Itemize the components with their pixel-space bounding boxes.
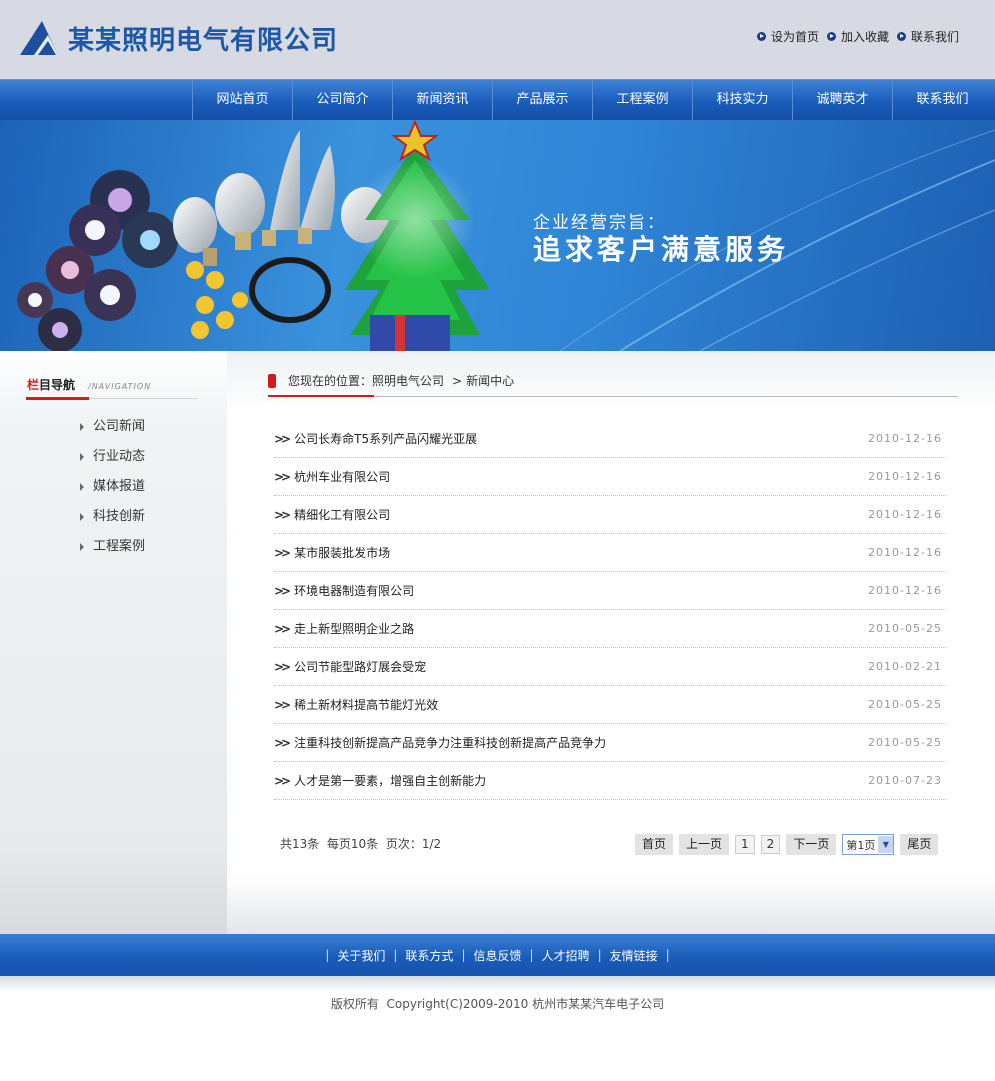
double-chevron-icon: >> <box>274 431 291 446</box>
arrow-bullet-icon <box>896 32 906 41</box>
triangle-right-icon <box>80 512 84 521</box>
news-item[interactable]: >> 公司节能型路灯展会受宠 2010-02-21 <box>274 648 946 686</box>
triangle-right-icon <box>80 452 84 461</box>
sidebar-item-industry[interactable]: 行业动态 <box>80 448 145 478</box>
sidebar-item-company-news[interactable]: 公司新闻 <box>80 418 145 448</box>
breadcrumb: 您现在的位置： 照明电气公司 > 新闻中心 <box>268 372 514 389</box>
footer-shadow <box>0 976 995 992</box>
top-links: 设为首页 加入收藏 联系我们 <box>756 28 959 45</box>
add-favorite-link[interactable]: 加入收藏 <box>826 28 889 45</box>
double-chevron-icon: >> <box>274 735 291 750</box>
footer-nav: | 关于我们 | 联系方式 | 信息反馈 | 人才招聘 | 友情链接 | <box>0 934 995 976</box>
sidebar-item-media[interactable]: 媒体报道 <box>80 478 145 508</box>
prev-page-button[interactable]: 上一页 <box>679 834 730 855</box>
breadcrumb-divider-accent <box>268 395 374 397</box>
company-name: 某某照明电气有限公司 <box>68 26 339 56</box>
pagination-info: 共13条 每页10条 页次：1/2 <box>280 837 442 851</box>
banner-products-image <box>17 120 995 351</box>
breadcrumb-home[interactable]: 照明电气公司 <box>372 372 444 389</box>
sidebar: 栏目导航 /NAVIGATION 公司新闻 行业动态 媒体报道 科技创新 工程案… <box>0 351 227 934</box>
double-chevron-icon: >> <box>274 469 291 484</box>
location-marker-icon <box>268 373 276 388</box>
double-chevron-icon: >> <box>274 583 291 598</box>
triangle-right-icon <box>80 542 84 551</box>
news-item[interactable]: >> 注重科技创新提高产品竞争力注重科技创新提高产品竞争力 2010-05-25 <box>274 724 946 762</box>
main-nav: 网站首页 公司简介 新闻资讯 产品展示 工程案例 科技实力 诚聘英才 联系我们 <box>0 79 995 121</box>
news-item[interactable]: >> 某市服装批发市场 2010-12-16 <box>274 534 946 572</box>
copyright: 版权所有 Copyright(C)2009-2010 杭州市某某汽车电子公司 <box>330 997 665 1011</box>
nav-home[interactable]: 网站首页 <box>192 80 292 121</box>
double-chevron-icon: >> <box>274 545 291 560</box>
news-item[interactable]: >> 走上新型照明企业之路 2010-05-25 <box>274 610 946 648</box>
nav-contact[interactable]: 联系我们 <box>892 80 992 121</box>
breadcrumb-current: 新闻中心 <box>466 374 515 388</box>
sidebar-item-innovation[interactable]: 科技创新 <box>80 508 145 538</box>
sidebar-divider-accent <box>26 397 89 400</box>
sidebar-title-english: /NAVIGATION <box>88 382 152 391</box>
sidebar-item-cases[interactable]: 工程案例 <box>80 538 145 568</box>
news-item[interactable]: >> 环境电器制造有限公司 2010-12-16 <box>274 572 946 610</box>
nav-about[interactable]: 公司简介 <box>292 80 392 121</box>
news-item[interactable]: >> 杭州车业有限公司 2010-12-16 <box>274 458 946 496</box>
first-page-button[interactable]: 首页 <box>635 834 674 855</box>
banner-slogan-line2: 追求客户满意服务 <box>533 233 790 266</box>
set-homepage-link[interactable]: 设为首页 <box>756 28 819 45</box>
pagination: 首页 上一页 1 2 下一页 第1页 ▼ 尾页 <box>635 834 939 855</box>
logo-icon <box>20 21 58 55</box>
chevron-down-icon: ▼ <box>878 836 894 853</box>
double-chevron-icon: >> <box>274 773 291 788</box>
double-chevron-icon: >> <box>274 507 291 522</box>
nav-technology[interactable]: 科技实力 <box>692 80 792 121</box>
footer-link-feedback[interactable]: 信息反馈 <box>473 947 521 964</box>
arrow-bullet-icon <box>826 32 836 41</box>
page-2-button[interactable]: 2 <box>760 835 781 854</box>
triangle-right-icon <box>80 422 84 431</box>
main-content: 您现在的位置： 照明电气公司 > 新闻中心 >> 公司长寿命T5系列产品闪耀光亚展… <box>227 351 995 934</box>
double-chevron-icon: >> <box>274 659 291 674</box>
news-list: >> 公司长寿命T5系列产品闪耀光亚展 2010-12-16 >> 杭州车业有限公司 2… <box>274 420 946 800</box>
double-chevron-icon: >> <box>274 697 291 712</box>
footer-link-friends[interactable]: 友情链接 <box>610 947 658 964</box>
last-page-button[interactable]: 尾页 <box>900 834 939 855</box>
banner: 企业经营宗旨： 追求客户满意服务 <box>0 120 995 351</box>
nav-jobs[interactable]: 诚聘英才 <box>792 80 892 121</box>
news-item[interactable]: >> 稀土新材料提高节能灯光效 2010-05-25 <box>274 686 946 724</box>
contact-us-link[interactable]: 联系我们 <box>896 28 959 45</box>
nav-products[interactable]: 产品展示 <box>492 80 592 121</box>
news-item[interactable]: >> 人才是第一要素，增强自主创新能力 2010-07-23 <box>274 762 946 800</box>
footer-link-jobs[interactable]: 人才招聘 <box>542 947 590 964</box>
header: 某某照明电气有限公司 设为首页 加入收藏 联系我们 <box>0 0 995 79</box>
page-1-button[interactable]: 1 <box>735 835 755 854</box>
nav-cases[interactable]: 工程案例 <box>592 80 692 121</box>
next-page-button[interactable]: 下一页 <box>786 834 837 855</box>
triangle-right-icon <box>80 482 84 491</box>
page-select[interactable]: 第1页 ▼ <box>842 834 895 855</box>
news-item[interactable]: >> 精细化工有限公司 2010-12-16 <box>274 496 946 534</box>
footer-link-contact[interactable]: 联系方式 <box>405 947 453 964</box>
sidebar-title: 栏目导航 <box>27 378 76 392</box>
news-item[interactable]: >> 公司长寿命T5系列产品闪耀光亚展 2010-12-16 <box>274 420 946 458</box>
sidebar-menu: 公司新闻 行业动态 媒体报道 科技创新 工程案例 <box>80 418 145 568</box>
nav-news[interactable]: 新闻资讯 <box>392 80 492 121</box>
footer-link-about[interactable]: 关于我们 <box>337 947 385 964</box>
double-chevron-icon: >> <box>274 621 291 636</box>
arrow-bullet-icon <box>756 32 766 41</box>
